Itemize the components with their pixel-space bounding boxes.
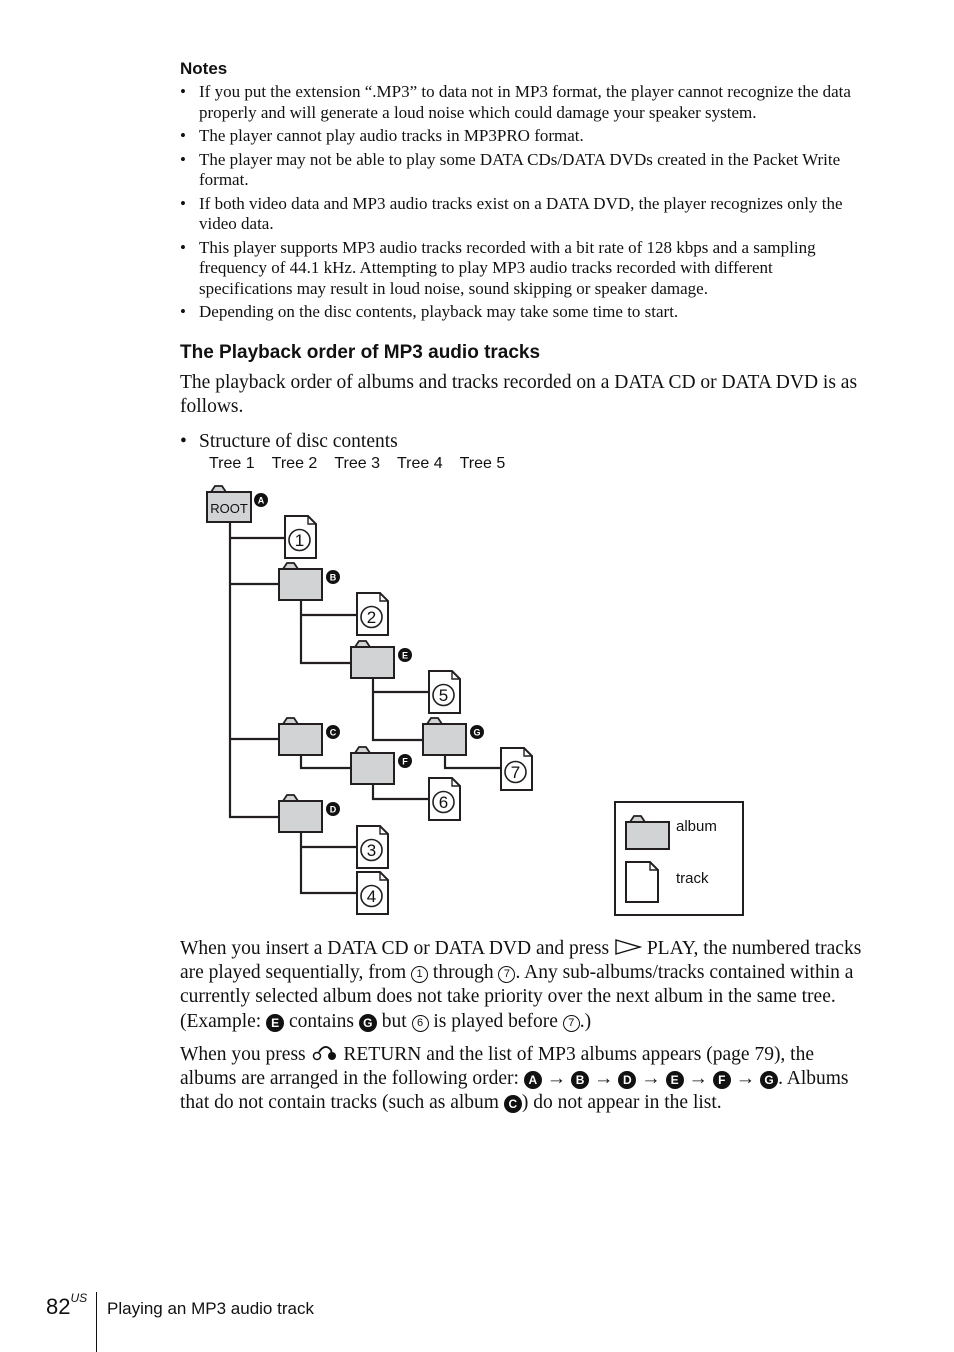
album-badge: E bbox=[665, 1071, 684, 1090]
connector-b-e bbox=[299, 600, 351, 665]
track-number-badge: 6 bbox=[411, 1014, 429, 1032]
legend-track-icon bbox=[625, 861, 659, 903]
album-badge: F bbox=[712, 1071, 731, 1090]
legend-album-label: album bbox=[676, 818, 717, 835]
play-icon bbox=[615, 939, 642, 955]
album-badge: A bbox=[254, 493, 268, 507]
return-paragraph: When you press RETURN and the list of MP… bbox=[180, 1042, 875, 1116]
album-badge: E bbox=[266, 1013, 285, 1032]
album-order-sequence: A → B → D → E → F → G bbox=[523, 1068, 779, 1090]
footer-divider bbox=[96, 1292, 97, 1352]
text: contains bbox=[284, 1010, 359, 1032]
album-folder-g bbox=[422, 717, 467, 756]
album-badge-letter: G bbox=[473, 728, 480, 738]
track-file-1: 1 bbox=[284, 515, 317, 559]
track-number-label: 6 bbox=[439, 793, 448, 812]
text: When you press bbox=[180, 1044, 311, 1065]
root-label: ROOT bbox=[210, 501, 248, 516]
track-number-badge: 7 bbox=[562, 1014, 580, 1032]
track-number-label: 5 bbox=[439, 686, 448, 705]
page-number-value: 82 bbox=[46, 1294, 71, 1319]
connector-e-g bbox=[371, 677, 423, 742]
album-badge-letter: D bbox=[330, 805, 337, 815]
playback-paragraph: When you insert a DATA CD or DATA DVD an… bbox=[180, 937, 875, 1034]
text: ) do not appear in the list. bbox=[521, 1092, 722, 1114]
track-file-3: 3 bbox=[356, 825, 389, 869]
track-number-label: 4 bbox=[367, 887, 376, 906]
connector-root-d bbox=[228, 522, 279, 819]
album-badge: B bbox=[571, 1071, 590, 1090]
text: .) bbox=[579, 1010, 592, 1032]
track-file-2: 2 bbox=[356, 592, 389, 636]
album-badge: D bbox=[326, 802, 340, 816]
album-badge-letter: B bbox=[330, 573, 337, 583]
connector-f-track6 bbox=[371, 784, 429, 801]
album-badge: G bbox=[760, 1071, 779, 1090]
text: When you insert a DATA CD or DATA DVD an… bbox=[180, 938, 614, 959]
track-number-label: 2 bbox=[367, 608, 376, 627]
album-folder-d bbox=[278, 794, 323, 833]
disc-structure-diagram: ROOT 1 2 3 4 5 6 7 A B C D E F G album track bbox=[206, 485, 744, 916]
arrow-icon: → bbox=[541, 1068, 572, 1090]
album-folder-root: ROOT bbox=[206, 485, 252, 523]
album-badge: C bbox=[326, 725, 340, 739]
album-badge: G bbox=[358, 1013, 377, 1032]
text: through bbox=[428, 962, 499, 984]
track-file-4: 4 bbox=[356, 871, 389, 915]
album-badge: E bbox=[398, 648, 412, 662]
track-number-badge: 7 bbox=[498, 966, 516, 984]
album-badge: D bbox=[618, 1071, 637, 1090]
track-file-7: 7 bbox=[500, 747, 533, 791]
album-badge-letter: C bbox=[330, 728, 337, 738]
album-badge: G bbox=[470, 725, 484, 739]
album-folder-c bbox=[278, 717, 323, 756]
return-icon bbox=[312, 1046, 336, 1061]
arrow-icon: → bbox=[730, 1068, 761, 1090]
connector-c-f bbox=[299, 755, 351, 770]
connector-g-track7 bbox=[443, 755, 501, 770]
album-badge-letter: F bbox=[402, 757, 408, 767]
track-number-label: 7 bbox=[511, 763, 520, 782]
album-badge: B bbox=[326, 570, 340, 584]
arrow-icon: → bbox=[589, 1068, 619, 1090]
track-number-label: 1 bbox=[295, 531, 304, 550]
album-folder-e bbox=[350, 640, 395, 679]
arrow-icon: → bbox=[683, 1068, 713, 1090]
album-badge-letter: A bbox=[258, 496, 265, 506]
text: is played before bbox=[428, 1010, 563, 1032]
page-region-suffix: US bbox=[70, 1290, 88, 1305]
album-badge-letter: E bbox=[402, 651, 408, 661]
page-number: 82US bbox=[46, 1290, 88, 1320]
arrow-icon: → bbox=[636, 1068, 666, 1090]
album-badge: A bbox=[523, 1071, 542, 1090]
footer-section-title: Playing an MP3 audio track bbox=[107, 1299, 314, 1318]
track-number-label: 3 bbox=[367, 841, 376, 860]
legend-track-label: track bbox=[676, 870, 709, 887]
album-badge: C bbox=[503, 1095, 522, 1114]
album-badge: F bbox=[398, 754, 412, 768]
text: but bbox=[376, 1010, 412, 1032]
track-file-6: 6 bbox=[428, 777, 461, 821]
connector-d-track4 bbox=[299, 832, 357, 895]
album-folder-b bbox=[278, 562, 323, 601]
track-file-5: 5 bbox=[428, 670, 461, 714]
album-folder-f bbox=[350, 746, 395, 785]
track-number-badge: 1 bbox=[411, 966, 429, 984]
